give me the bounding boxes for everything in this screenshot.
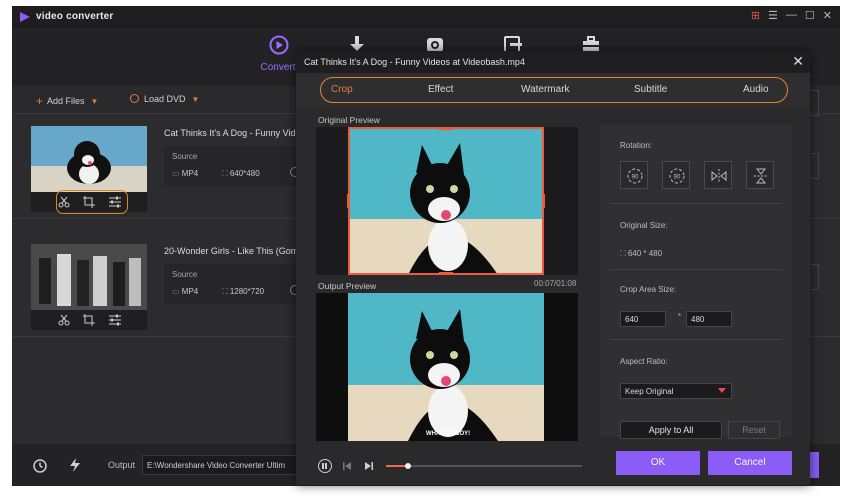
- source-label: Source: [172, 270, 198, 279]
- original-preview[interactable]: [316, 127, 578, 275]
- edit-tools-highlight: [56, 190, 128, 214]
- convert-all-button-edge: [809, 452, 819, 478]
- add-files-button[interactable]: + Add Files ▼: [36, 94, 98, 108]
- original-preview-label: Original Preview: [318, 115, 380, 125]
- video-caption: WHAT UP BOY!: [426, 431, 471, 437]
- divider: [610, 203, 782, 204]
- chevron-down-icon: [718, 388, 726, 393]
- load-dvd-button[interactable]: Load DVD ▼: [130, 94, 199, 104]
- cancel-button[interactable]: Cancel: [708, 451, 792, 475]
- tab-crop[interactable]: Crop: [331, 84, 353, 95]
- close-icon[interactable]: ✕: [823, 9, 832, 22]
- reset-button[interactable]: Reset: [728, 421, 780, 439]
- crop-icon[interactable]: [82, 313, 96, 327]
- file-name: Cat Thinks It's A Dog - Funny Videos: [164, 128, 304, 138]
- svg-text:90: 90: [632, 175, 639, 181]
- video-thumbnail[interactable]: [31, 126, 147, 192]
- aspect-ratio-value: Keep Original: [625, 387, 674, 396]
- aspect-ratio-label: Aspect Ratio:: [620, 357, 668, 366]
- dialog-backdrop-edge: [809, 264, 819, 290]
- maximize-icon[interactable]: ☐: [805, 9, 815, 22]
- app-logo-icon: [20, 12, 30, 22]
- divider: [610, 339, 782, 340]
- divider: [610, 269, 782, 270]
- dialog-backdrop-edge: [809, 90, 819, 116]
- edit-dialog: Cat Thinks It's A Dog - Funny Videos at …: [296, 51, 810, 485]
- original-size-label: Original Size:: [620, 221, 668, 230]
- rotate-left-button[interactable]: 90: [620, 161, 648, 189]
- crop-settings-panel: Rotation: 90 90 Original Size: ⛶ 640 * 4…: [600, 125, 792, 439]
- apply-to-all-button[interactable]: Apply to All: [620, 421, 722, 439]
- player-controls: [314, 457, 584, 475]
- tab-subtitle[interactable]: Subtitle: [634, 84, 667, 95]
- timecode: 00:07/01:08: [534, 279, 577, 288]
- output-preview: WHAT UP BOY!: [316, 293, 578, 441]
- gift-icon[interactable]: ⊞: [751, 9, 760, 22]
- rotate-right-button[interactable]: 90: [662, 161, 690, 189]
- original-size-value: 640 * 480: [620, 249, 662, 259]
- flip-vertical-button[interactable]: [746, 161, 774, 189]
- source-resolution: 640*480: [222, 169, 260, 179]
- pause-icon[interactable]: [318, 459, 332, 473]
- previous-frame-icon[interactable]: [342, 461, 352, 471]
- source-format: MP4: [172, 287, 198, 296]
- output-path-field[interactable]: E:\Wondershare Video Converter Ultim: [142, 455, 298, 475]
- seek-handle[interactable]: [404, 463, 411, 469]
- file-name: 20-Wonder Girls - Like This (GomTV): [164, 246, 304, 256]
- flip-horizontal-button[interactable]: [704, 161, 732, 189]
- thumbnail-tools: [31, 310, 147, 330]
- minimize-icon[interactable]: —: [786, 9, 797, 22]
- flip-horizontal-icon: [711, 169, 727, 183]
- menu-icon[interactable]: ☰: [768, 9, 778, 22]
- source-label: Source: [172, 152, 198, 161]
- convert-icon: [269, 35, 289, 55]
- dialog-tabs: Crop Effect Watermark Subtitle Audio: [296, 73, 810, 107]
- tab-watermark[interactable]: Watermark: [521, 84, 570, 95]
- seek-bar[interactable]: [386, 463, 582, 469]
- source-info: Source MP4 1280*720: [164, 264, 304, 304]
- trim-icon[interactable]: [57, 313, 71, 327]
- chevron-down-icon[interactable]: ▼: [192, 95, 200, 104]
- times-sign: *: [678, 312, 682, 321]
- crop-height-input[interactable]: 480: [686, 311, 732, 327]
- output-label: Output: [108, 460, 136, 470]
- source-resolution: 1280*720: [222, 287, 264, 297]
- title-bar: video converter ⊞ ☰ — ☐ ✕: [12, 6, 840, 28]
- rotate-right-90-icon: 90: [669, 168, 685, 184]
- plus-icon: +: [36, 94, 44, 108]
- flip-vertical-icon: [754, 168, 768, 184]
- dialog-title: Cat Thinks It's A Dog - Funny Videos at …: [304, 57, 525, 67]
- tab-audio[interactable]: Audio: [743, 84, 769, 95]
- rotation-label: Rotation:: [620, 141, 653, 150]
- window-controls: ⊞ ☰ — ☐ ✕: [751, 9, 832, 22]
- app-title: video converter: [36, 11, 114, 22]
- effect-icon[interactable]: [108, 313, 122, 327]
- crop-area-label: Crop Area Size:: [620, 285, 677, 294]
- chevron-down-icon[interactable]: ▼: [91, 97, 99, 106]
- crop-width-input[interactable]: 640: [620, 311, 666, 327]
- dialog-backdrop-edge: [809, 153, 819, 179]
- output-preview-label: Output Preview: [318, 281, 377, 291]
- dialog-body: Original Preview Output Preview 00:07/01…: [296, 107, 810, 485]
- lightning-icon[interactable]: [68, 457, 82, 473]
- dialog-header: Cat Thinks It's A Dog - Funny Videos at …: [296, 51, 810, 73]
- tab-effect[interactable]: Effect: [428, 84, 453, 95]
- disc-icon: [130, 94, 139, 103]
- source-format: MP4: [172, 169, 198, 178]
- close-icon[interactable]: ✕: [792, 53, 804, 70]
- video-thumbnail[interactable]: [31, 244, 147, 310]
- load-dvd-label: Load DVD: [144, 94, 186, 104]
- alarm-clock-icon[interactable]: [32, 457, 48, 473]
- aspect-ratio-select[interactable]: Keep Original: [620, 383, 732, 399]
- next-frame-icon[interactable]: [364, 461, 374, 471]
- ok-button[interactable]: OK: [616, 451, 700, 475]
- rotate-left-90-icon: 90: [627, 168, 643, 184]
- svg-text:90: 90: [674, 175, 681, 181]
- source-info: Source MP4 640*480: [164, 146, 304, 186]
- add-files-label: Add Files: [47, 96, 85, 106]
